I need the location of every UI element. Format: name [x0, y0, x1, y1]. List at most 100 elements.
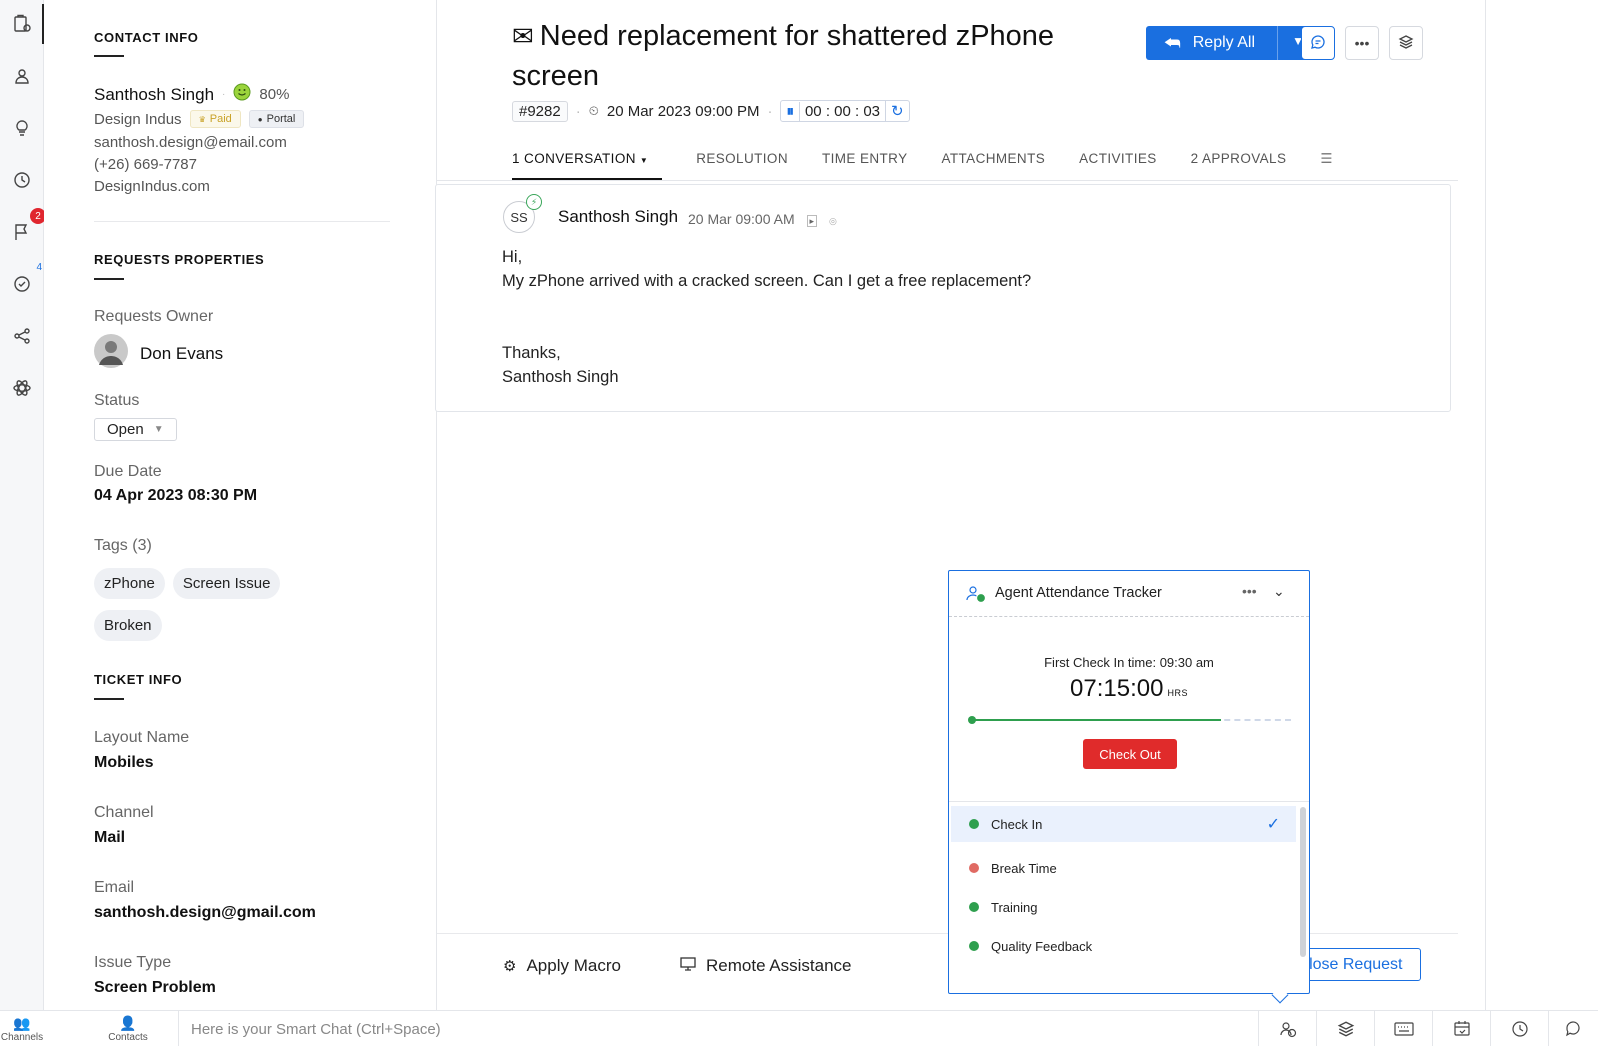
status-dot — [969, 863, 979, 873]
chevron-down-icon[interactable]: ⌄ — [1273, 583, 1285, 600]
ticket-info-title: TICKET INFO — [94, 672, 183, 687]
channel-value[interactable]: Mail — [94, 829, 125, 847]
tag-chip[interactable]: Broken — [94, 610, 162, 641]
email-value[interactable]: santhosh.design@gmail.com — [94, 904, 316, 922]
elapsed-unit: HRS — [1167, 688, 1188, 698]
requests-icon[interactable] — [8, 10, 36, 38]
tab-conversation[interactable]: 1 CONVERSATION ▼ — [512, 140, 663, 180]
tab-activities[interactable]: ACTIVITIES — [1079, 140, 1157, 180]
chat-icon[interactable] — [1548, 1011, 1598, 1046]
dot-icon: ● — [257, 115, 263, 124]
contacts-label: Contacts — [108, 1032, 148, 1043]
smiley-icon — [233, 83, 251, 106]
contact-website[interactable]: DesignIndus.com — [94, 178, 210, 195]
clock-icon[interactable] — [1490, 1011, 1548, 1046]
tab-resolution[interactable]: RESOLUTION — [696, 140, 788, 180]
due-date-value[interactable]: 04 Apr 2023 08:30 PM — [94, 487, 257, 505]
check-out-button[interactable]: Check Out — [1083, 739, 1177, 769]
crown-icon: ♛ — [198, 115, 206, 124]
status-quality-feedback[interactable]: Quality Feedback — [951, 928, 1296, 964]
tag-chip[interactable]: Screen Issue — [172, 568, 281, 599]
atom-icon[interactable] — [8, 374, 36, 402]
section-underline — [94, 698, 124, 700]
ticket-title-wrap: ✉ Need replacement for shattered zPhone s… — [512, 16, 1102, 96]
channels-tab[interactable]: 👥 Channels — [0, 1015, 44, 1043]
sent-time-row: 20 Mar 09:00 AM ▸ ◎ — [688, 211, 837, 227]
layers-icon[interactable] — [1316, 1011, 1374, 1046]
ticket-id[interactable]: #9282 — [512, 100, 568, 122]
apply-macro-label: Apply Macro — [526, 956, 621, 975]
more-options-button[interactable]: ••• — [1345, 26, 1379, 60]
email-label: Email — [94, 879, 135, 896]
issue-type-value[interactable]: Screen Problem — [94, 979, 216, 997]
comment-button[interactable] — [1301, 26, 1335, 60]
widget-more-icon[interactable]: ••• — [1242, 583, 1257, 599]
layers-button[interactable] — [1389, 26, 1423, 60]
sender-name[interactable]: Santhosh Singh — [558, 207, 678, 227]
reply-all-button[interactable]: ⮪ Reply All ▼ — [1146, 26, 1314, 60]
portal-badge: ● Portal — [248, 110, 305, 128]
message-line: My zPhone arrived with a cracked screen.… — [502, 272, 1032, 290]
tab-attachments[interactable]: ATTACHMENTS — [941, 140, 1045, 180]
tab-time-entry[interactable]: TIME ENTRY — [822, 140, 908, 180]
status-training[interactable]: Training — [951, 889, 1296, 925]
play-icon[interactable]: ▸ — [806, 215, 818, 227]
bot-icon[interactable] — [8, 62, 36, 90]
owner-label: Requests Owner — [94, 308, 214, 325]
status-row: Open ▼ — [94, 418, 177, 441]
contact-name[interactable]: Santhosh Singh — [94, 85, 214, 105]
separator-dot: · — [222, 89, 226, 100]
tag-chip[interactable]: zPhone — [94, 568, 165, 599]
status-circle-icon[interactable]: ◎ — [829, 216, 837, 226]
check-circle-icon[interactable]: 4 — [8, 262, 42, 298]
conversation-thread: SS ⚡ Santhosh Singh 20 Mar 09:00 AM ▸ ◎ … — [435, 184, 1451, 412]
remote-assistance-button[interactable]: Remote Assistance — [680, 956, 852, 976]
attendance-status-list: Check In ✓ Break Time Training Quality F… — [949, 801, 1309, 954]
flag-icon[interactable]: 2 — [8, 208, 46, 246]
widget-scrollbar[interactable] — [1300, 807, 1306, 957]
smart-chat-input[interactable] — [179, 1011, 1258, 1046]
smart-chat-bar — [178, 1011, 1258, 1046]
history-icon[interactable] — [8, 166, 36, 194]
remote-assistance-label: Remote Assistance — [706, 956, 852, 975]
bulb-icon[interactable] — [8, 114, 36, 142]
status-break-time[interactable]: Break Time — [951, 850, 1296, 886]
calendar-check-icon[interactable] — [1432, 1011, 1490, 1046]
contacts-tab[interactable]: 👤 Contacts — [96, 1015, 160, 1043]
macro-icon: ⚙ — [503, 958, 517, 975]
paid-badge: ♛ Paid — [189, 110, 241, 128]
requests-properties-title: REQUESTS PROPERTIES — [94, 252, 265, 267]
check-count: 4 — [36, 262, 42, 273]
status-dot — [969, 941, 979, 951]
pause-icon[interactable]: ⏸ — [781, 101, 800, 121]
share-icon[interactable] — [8, 322, 36, 350]
tabs-menu-icon[interactable]: ☰ — [1320, 140, 1333, 180]
message-body: Hi, My zPhone arrived with a cracked scr… — [502, 245, 1031, 389]
keyboard-icon[interactable] — [1374, 1011, 1432, 1046]
contact-phone[interactable]: (+26) 669-7787 — [94, 156, 197, 173]
paid-badge-label: Paid — [209, 113, 232, 125]
split-divider — [1277, 26, 1278, 60]
status-value: Open — [107, 421, 144, 438]
first-check-in: First Check In time: 09:30 am — [1044, 655, 1214, 670]
contact-email[interactable]: santhosh.design@email.com — [94, 134, 287, 151]
tags-label: Tags (3) — [94, 537, 152, 554]
chevron-down-icon: ▼ — [153, 424, 164, 435]
message-line: Thanks, — [502, 344, 561, 362]
apply-macro-button[interactable]: ⚙ Apply Macro — [503, 956, 621, 976]
tab-approvals[interactable]: 2 APPROVALS — [1191, 140, 1287, 180]
layout-name-value[interactable]: Mobiles — [94, 754, 154, 772]
refresh-icon[interactable]: ↻ — [885, 101, 909, 121]
status-dropdown[interactable]: Open ▼ — [94, 418, 177, 441]
comment-icon — [1310, 34, 1326, 53]
shift-progress-fill — [971, 719, 1221, 721]
owner-row[interactable]: Don Evans — [94, 334, 223, 373]
status-check-in[interactable]: Check In ✓ — [951, 806, 1296, 842]
layout-name-label: Layout Name — [94, 729, 190, 746]
attendance-icon[interactable] — [1258, 1011, 1316, 1046]
agents-icon — [965, 583, 987, 605]
status-dot — [969, 902, 979, 912]
message-line — [502, 317, 1031, 341]
channel-label: Channel — [94, 804, 154, 821]
ticket-meta: #9282 · ⏲ 20 Mar 2023 09:00 PM · ⏸ 00 : … — [512, 100, 910, 122]
